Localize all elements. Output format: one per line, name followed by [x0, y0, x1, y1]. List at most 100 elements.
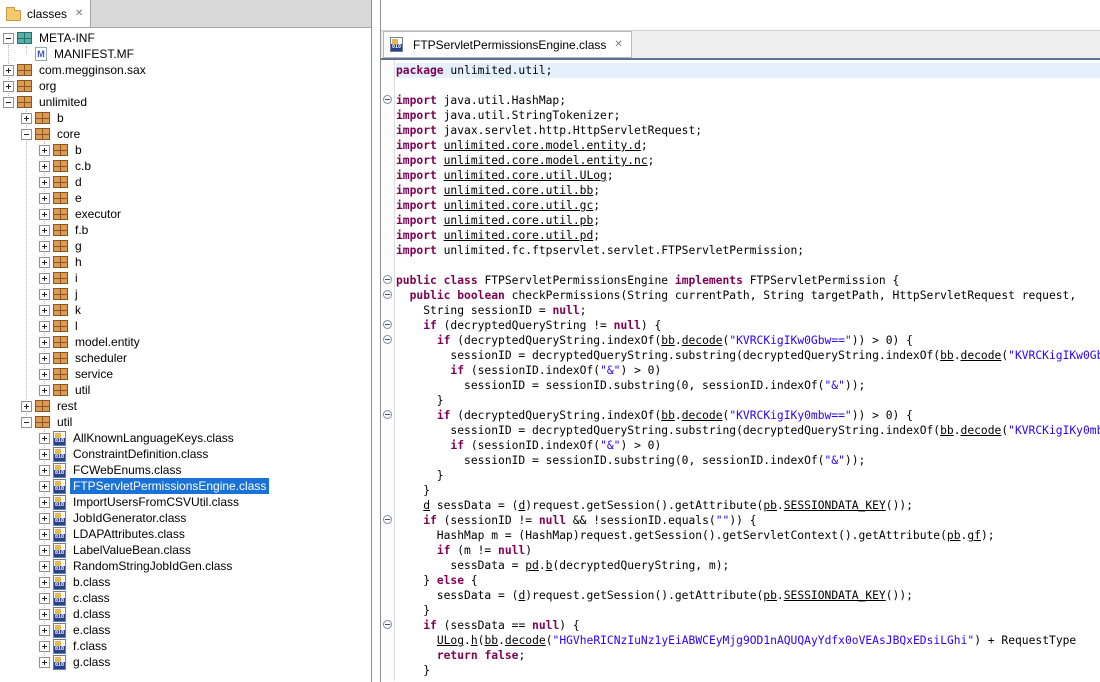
expand-icon[interactable] [39, 609, 50, 620]
code-line[interactable]: if (sessionID != null && !sessionID.equa… [396, 513, 1100, 528]
code-line[interactable]: ULog.h(bb.decode("HGVheRICNzIuNz1yEiABWC… [396, 633, 1100, 648]
expand-icon[interactable] [39, 657, 50, 668]
tree-item[interactable]: org [0, 78, 371, 94]
tree-item[interactable]: 010LDAPAttributes.class [0, 526, 371, 542]
tree-item[interactable]: j [0, 286, 371, 302]
code-link[interactable]: bb [940, 424, 954, 437]
expand-icon[interactable] [39, 497, 50, 508]
fold-collapse-icon[interactable] [383, 275, 392, 284]
code-link[interactable]: unlimited.core.util.bb [444, 184, 594, 197]
code-link[interactable]: decode [682, 409, 723, 422]
tree-item[interactable]: 010JobIdGenerator.class [0, 510, 371, 526]
tree-item[interactable]: util [0, 414, 371, 430]
code-link[interactable]: decode [505, 634, 546, 647]
expand-icon[interactable] [39, 241, 50, 252]
tree-item[interactable]: rest [0, 398, 371, 414]
code-link[interactable]: h [471, 634, 478, 647]
code-line[interactable]: if (m != null) [396, 543, 1100, 558]
expand-icon[interactable] [39, 305, 50, 316]
expand-icon[interactable] [3, 65, 14, 76]
tree-item[interactable]: 010AllKnownLanguageKeys.class [0, 430, 371, 446]
code-link[interactable]: unlimited.core.util.pb [444, 214, 594, 227]
code-link[interactable]: unlimited.core.model.entity.d [444, 139, 641, 152]
tree-item[interactable]: b [0, 142, 371, 158]
code-line[interactable]: public boolean checkPermissions(String c… [396, 288, 1100, 303]
collapse-icon[interactable] [21, 417, 32, 428]
code-line[interactable]: sessionID = decryptedQueryString.substri… [396, 348, 1100, 363]
close-icon[interactable]: ✕ [614, 39, 622, 50]
code-link[interactable]: bb [661, 334, 675, 347]
fold-collapse-icon[interactable] [383, 95, 392, 104]
code-editor[interactable]: package unlimited.util;import java.util.… [381, 60, 1100, 681]
tree-item[interactable]: e [0, 190, 371, 206]
fold-collapse-icon[interactable] [383, 620, 392, 629]
tree-item[interactable]: com.megginson.sax [0, 62, 371, 78]
expand-icon[interactable] [39, 545, 50, 556]
expand-icon[interactable] [21, 401, 32, 412]
code-line[interactable]: d sessData = (d)request.getSession().get… [396, 498, 1100, 513]
tab-class-file[interactable]: 010 FTPServletPermissionsEngine.class ✕ [383, 31, 632, 58]
code-line[interactable]: sessData = pd.b(decryptedQueryString, m)… [396, 558, 1100, 573]
code-line[interactable]: sessionID = sessionID.substring(0, sessi… [396, 378, 1100, 393]
expand-icon[interactable] [39, 177, 50, 188]
tree-item[interactable]: b [0, 110, 371, 126]
tree-item[interactable]: c.b [0, 158, 371, 174]
collapse-icon[interactable] [3, 33, 14, 44]
tree-item[interactable]: service [0, 366, 371, 382]
fold-collapse-icon[interactable] [383, 410, 392, 419]
code-line[interactable]: import unlimited.core.util.pd; [396, 228, 1100, 243]
code-line[interactable] [396, 258, 1100, 273]
expand-icon[interactable] [39, 273, 50, 284]
tree-item[interactable]: 010RandomStringJobIdGen.class [0, 558, 371, 574]
tree-item[interactable]: l [0, 318, 371, 334]
code-line[interactable]: if (sessionID.indexOf("&") > 0) [396, 438, 1100, 453]
code-line[interactable]: import java.util.StringTokenizer; [396, 108, 1100, 123]
expand-icon[interactable] [39, 561, 50, 572]
code-link[interactable]: unlimited.core.util.ULog [444, 169, 607, 182]
expand-icon[interactable] [3, 81, 14, 92]
code-line[interactable]: } [396, 393, 1100, 408]
fold-collapse-icon[interactable] [383, 515, 392, 524]
expand-icon[interactable] [39, 481, 50, 492]
code-link[interactable]: pb [947, 529, 961, 542]
collapse-icon[interactable] [3, 97, 14, 108]
code-link[interactable]: d [423, 499, 430, 512]
tab-classes[interactable]: classes ✕ [0, 0, 91, 27]
expand-icon[interactable] [39, 321, 50, 332]
code-line[interactable]: sessionID = sessionID.substring(0, sessi… [396, 453, 1100, 468]
tree-item[interactable]: 010f.class [0, 638, 371, 654]
expand-icon[interactable] [39, 193, 50, 204]
tree-item[interactable]: scheduler [0, 350, 371, 366]
code-line[interactable]: return false; [396, 648, 1100, 663]
code-line[interactable] [396, 78, 1100, 93]
tree-item[interactable]: executor [0, 206, 371, 222]
code-link[interactable]: ULog [437, 634, 464, 647]
expand-icon[interactable] [39, 337, 50, 348]
tree-item[interactable]: 010d.class [0, 606, 371, 622]
tree-item[interactable]: g [0, 238, 371, 254]
tree-item[interactable]: 010FCWebEnums.class [0, 462, 371, 478]
tree-item[interactable]: k [0, 302, 371, 318]
code-line[interactable]: import unlimited.core.util.pb; [396, 213, 1100, 228]
code-line[interactable]: String sessionID = null; [396, 303, 1100, 318]
expand-icon[interactable] [39, 289, 50, 300]
code-link[interactable]: bb [484, 634, 498, 647]
tree-item[interactable]: f.b [0, 222, 371, 238]
code-line[interactable]: public class FTPServletPermissionsEngine… [396, 273, 1100, 288]
code-line[interactable]: sessionID = decryptedQueryString.substri… [396, 423, 1100, 438]
tree-item[interactable]: util [0, 382, 371, 398]
expand-icon[interactable] [39, 145, 50, 156]
code-line[interactable]: import unlimited.core.model.entity.d; [396, 138, 1100, 153]
fold-collapse-icon[interactable] [383, 290, 392, 299]
code-link[interactable]: pb [763, 589, 777, 602]
tree-item[interactable]: core [0, 126, 371, 142]
tree-item[interactable]: MMANIFEST.MF [0, 46, 371, 62]
tree-item[interactable]: 010ImportUsersFromCSVUtil.class [0, 494, 371, 510]
expand-icon[interactable] [21, 113, 32, 124]
expand-icon[interactable] [39, 449, 50, 460]
tree-item[interactable]: i [0, 270, 371, 286]
tree-item[interactable]: 010FTPServletPermissionsEngine.class [0, 478, 371, 494]
tree-item[interactable]: h [0, 254, 371, 270]
expand-icon[interactable] [39, 353, 50, 364]
code-link[interactable]: pb [763, 499, 777, 512]
